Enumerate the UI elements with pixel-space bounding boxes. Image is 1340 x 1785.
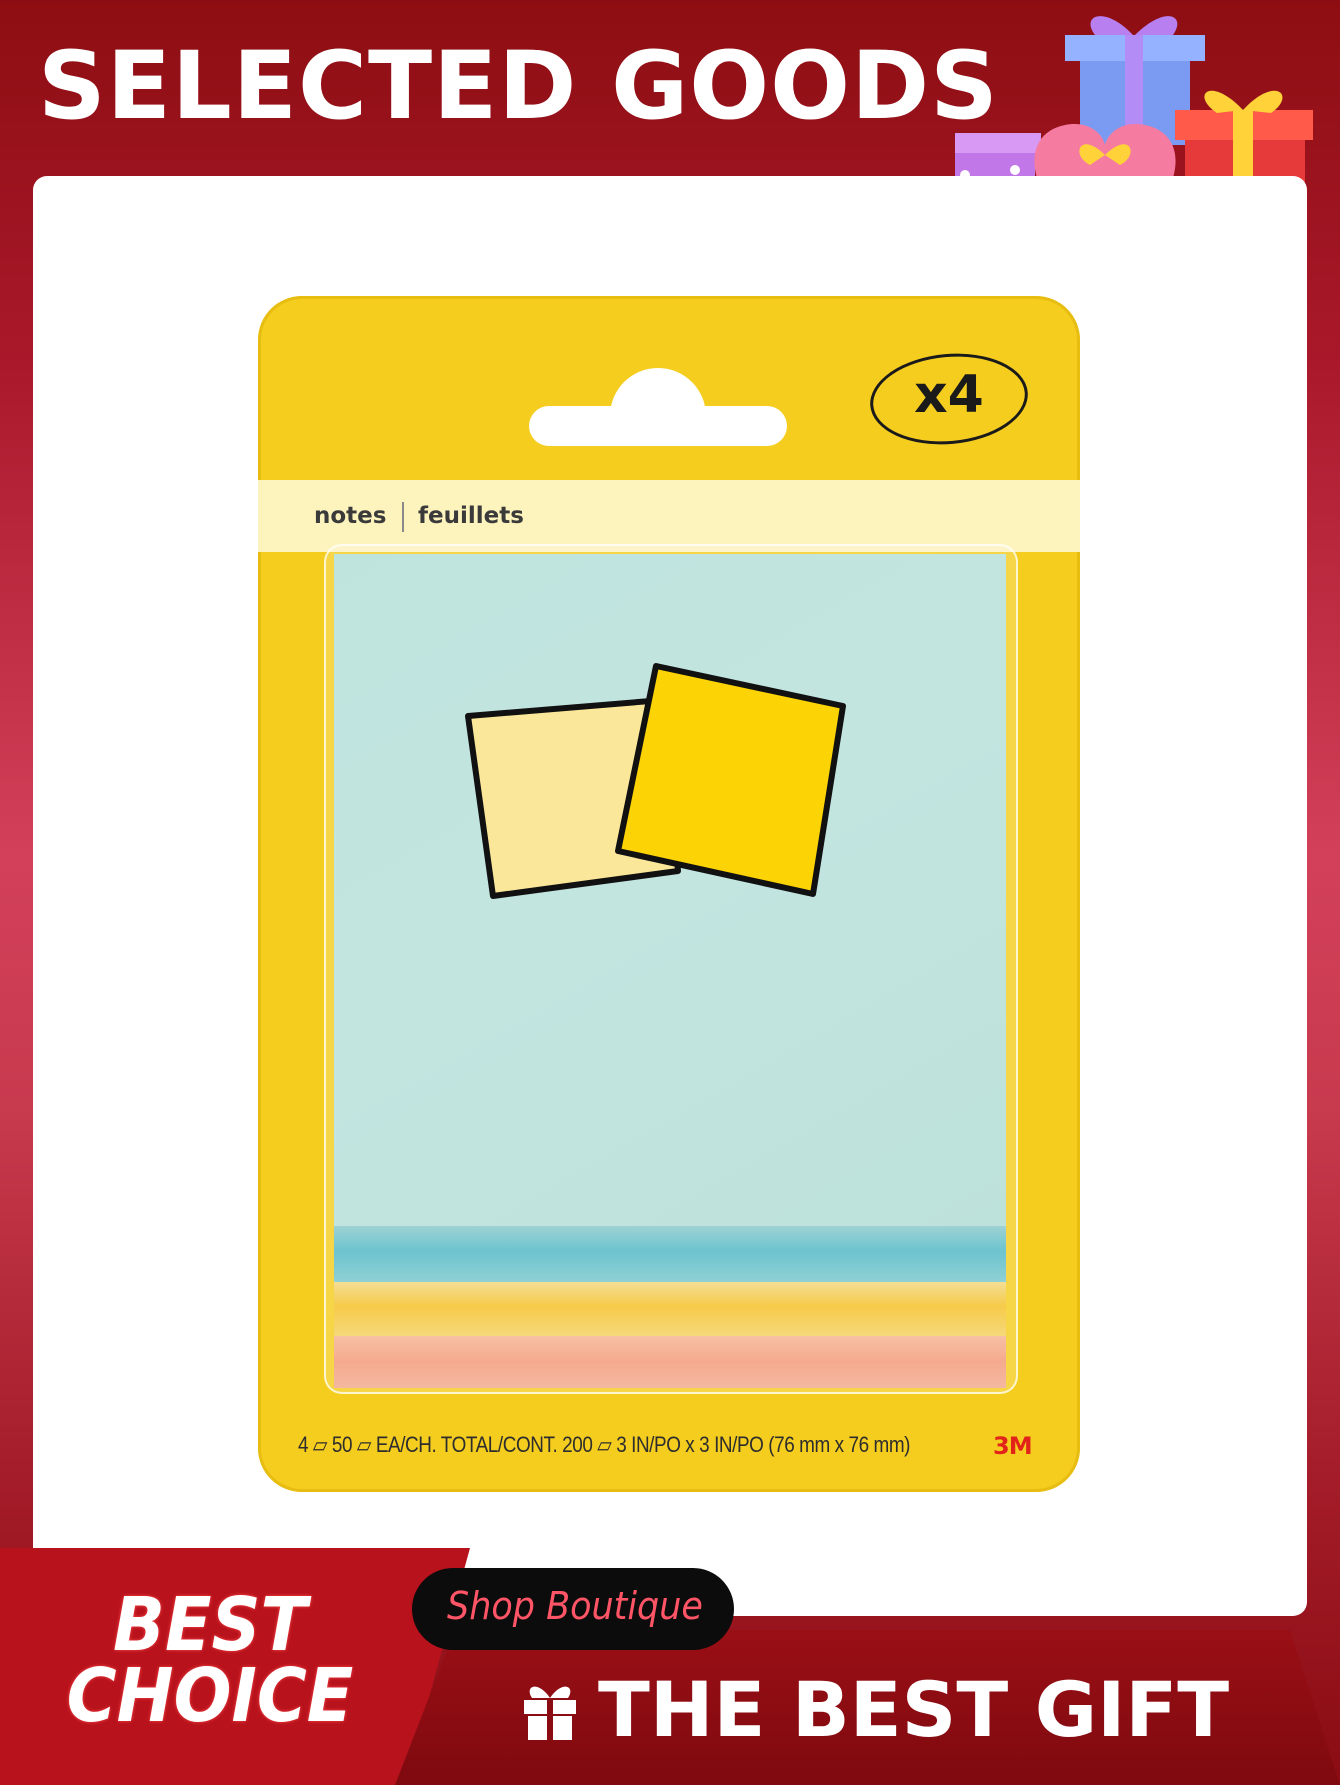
page-title: SELECTED GOODS xyxy=(38,32,999,141)
label-divider xyxy=(402,502,404,532)
product-package: x4 notes feuillets 4 ▱ 50 ▱ EA/CH. TOTAL… xyxy=(258,296,1080,1492)
label-english: notes xyxy=(314,503,387,529)
quantity-text: x4 xyxy=(914,365,984,425)
best-choice-label: BEST CHOICE xyxy=(66,1582,354,1740)
gift-icon xyxy=(524,1686,576,1740)
quantity-badge: x4 xyxy=(866,347,1032,451)
label-french: feuillets xyxy=(418,503,524,529)
brand-logo: 3M xyxy=(993,1432,1033,1460)
shop-boutique-label[interactable]: Shop Boutique xyxy=(442,1584,709,1628)
notes-illustration xyxy=(465,663,846,899)
sticky-pad-blue xyxy=(334,1226,1006,1282)
sticky-pad-yellow xyxy=(334,1282,1006,1336)
hang-slot xyxy=(529,406,787,446)
sticky-pad-pink xyxy=(334,1336,1006,1388)
best-gift-label: THE BEST GIFT xyxy=(598,1665,1230,1754)
package-spec: 4 ▱ 50 ▱ EA/CH. TOTAL/CONT. 200 ▱ 3 IN/P… xyxy=(298,1432,911,1457)
